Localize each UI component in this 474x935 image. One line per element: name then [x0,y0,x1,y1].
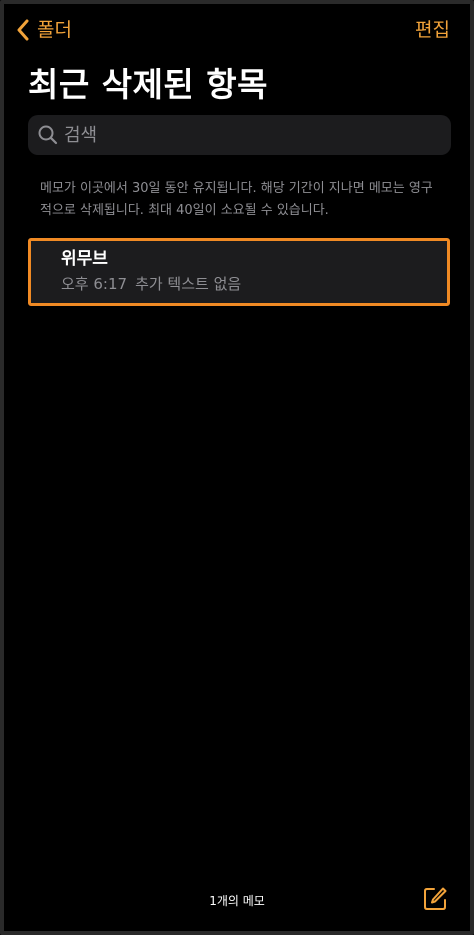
navigation-bar: 폴더 편집 [0,14,474,46]
back-button[interactable]: 폴더 [16,14,72,46]
bottom-toolbar: 1개의 메모 [0,880,474,924]
page-title: 최근 삭제된 항목 [28,65,268,104]
note-preview: 추가 텍스트 없음 [135,275,242,293]
search-icon [38,125,58,145]
compose-icon [422,886,448,912]
back-label: 폴더 [37,19,72,41]
note-count-label: 1개의 메모 [209,894,265,908]
chevron-left-icon [16,19,29,41]
note-list-item[interactable]: 위무브 오후 6:17 추가 텍스트 없음 [28,238,450,306]
search-bar[interactable] [28,115,451,155]
note-title: 위무브 [61,249,108,269]
search-input[interactable] [64,124,424,146]
note-time: 오후 6:17 [61,275,128,293]
retention-info-text: 메모가 이곳에서 30일 동안 유지됩니다. 해당 기간이 지나면 메모는 영구… [40,181,433,218]
note-meta: 오후 6:17 추가 텍스트 없음 [61,271,447,297]
edit-button[interactable]: 편집 [415,14,450,46]
note-list: 위무브 오후 6:17 추가 텍스트 없음 [28,238,450,306]
compose-button[interactable] [422,886,448,912]
